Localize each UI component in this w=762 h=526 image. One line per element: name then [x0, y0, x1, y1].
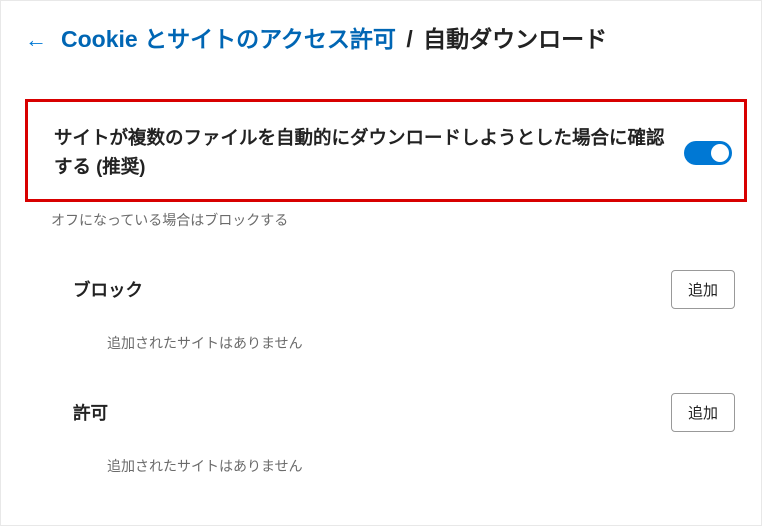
allow-section-title: 許可 [73, 400, 108, 425]
block-empty-text: 追加されたサイトはありません [107, 333, 747, 353]
toggle-title: サイトが複数のファイルを自動的にダウンロードしようとした場合に確認する (推奨) [54, 124, 668, 181]
breadcrumb-separator: / [406, 26, 412, 52]
toggle-knob [711, 144, 729, 162]
allow-section-header: 許可 追加 [25, 393, 747, 432]
breadcrumb-link-cookies[interactable]: Cookie とサイトのアクセス許可 [61, 26, 396, 52]
page-header: ← Cookie とサイトのアクセス許可 / 自動ダウンロード [1, 1, 761, 71]
breadcrumb-current: 自動ダウンロード [423, 26, 607, 52]
block-add-button[interactable]: 追加 [671, 270, 735, 309]
ask-before-download-row: サイトが複数のファイルを自動的にダウンロードしようとした場合に確認する (推奨) [25, 99, 747, 202]
allow-add-button[interactable]: 追加 [671, 393, 735, 432]
toggle-subtitle: オフになっている場合はブロックする [51, 210, 747, 230]
content-area: サイトが複数のファイルを自動的にダウンロードしようとした場合に確認する (推奨)… [1, 99, 761, 476]
breadcrumb: Cookie とサイトのアクセス許可 / 自動ダウンロード [61, 25, 607, 55]
block-section-header: ブロック 追加 [25, 270, 747, 309]
block-section-title: ブロック [73, 277, 143, 302]
back-arrow-icon[interactable]: ← [25, 29, 47, 51]
allow-empty-text: 追加されたサイトはありません [107, 456, 747, 476]
ask-before-download-toggle[interactable] [684, 141, 732, 165]
